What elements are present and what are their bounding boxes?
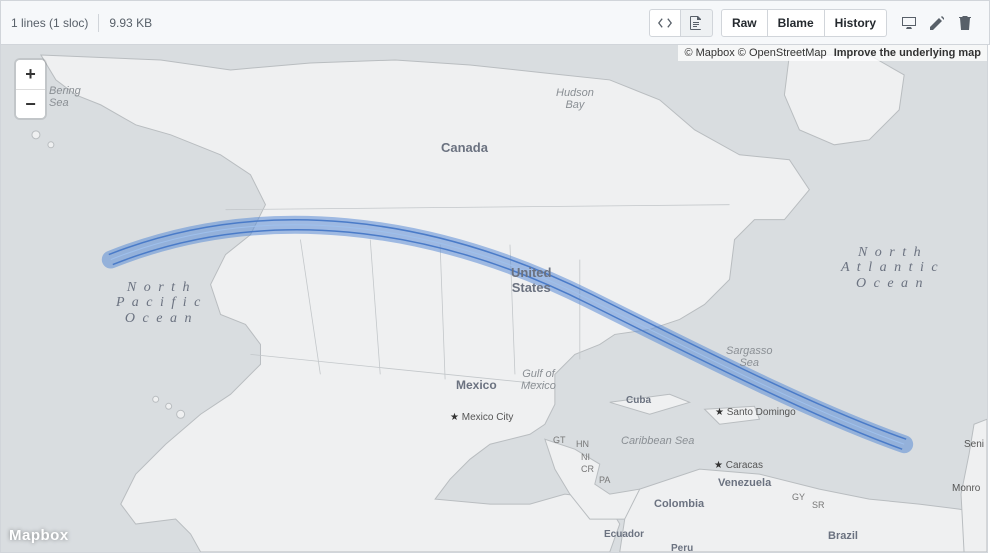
label-peru: Peru xyxy=(671,543,693,553)
label-gt: GT xyxy=(553,435,566,445)
label-seni: Seni xyxy=(964,439,984,450)
divider xyxy=(98,14,99,32)
blame-button[interactable]: Blame xyxy=(768,9,825,37)
zoom-out-button[interactable]: − xyxy=(16,89,45,118)
label-bering: Bering Sea xyxy=(49,85,81,109)
label-mexico-city: ★ Mexico City xyxy=(450,412,513,423)
file-icon xyxy=(689,15,703,31)
history-button[interactable]: History xyxy=(825,9,887,37)
map-container[interactable]: N o r t h P a c i f i c O c e a n N o r … xyxy=(0,45,988,553)
label-cr: CR xyxy=(581,464,594,474)
label-caracas: ★ Caracas xyxy=(714,460,763,471)
desktop-button[interactable] xyxy=(895,9,923,37)
label-ecuador: Ecuador xyxy=(604,529,644,540)
attrib-mapbox[interactable]: © Mapbox xyxy=(684,47,734,59)
edit-button[interactable] xyxy=(923,9,951,37)
trash-icon xyxy=(959,15,971,31)
label-ni: NI xyxy=(581,452,590,462)
file-toolbar: 1 lines (1 sloc) 9.93 KB Raw Blame Histo… xyxy=(0,0,990,45)
label-santo-domingo: ★ Santo Domingo xyxy=(715,407,796,418)
label-north-pacific: N o r t h P a c i f i c O c e a n xyxy=(116,280,202,326)
action-group: Raw Blame History xyxy=(721,9,887,37)
label-north-atlantic: N o r t h A t l a n t i c O c e a n xyxy=(841,245,940,291)
zoom-in-button[interactable]: + xyxy=(16,60,45,89)
desktop-icon xyxy=(901,15,917,31)
map-attribution: © Mapbox © OpenStreetMap Improve the und… xyxy=(678,45,987,61)
label-monro: Monro xyxy=(952,483,980,494)
label-mexico: Mexico xyxy=(456,378,497,392)
label-colombia: Colombia xyxy=(654,498,704,510)
raw-button[interactable]: Raw xyxy=(721,9,768,37)
label-gy: GY xyxy=(792,492,805,502)
label-hudson-bay: Hudson Bay xyxy=(556,87,594,111)
rendered-view-button[interactable] xyxy=(681,9,713,37)
attrib-osm[interactable]: © OpenStreetMap xyxy=(738,47,827,59)
source-view-button[interactable] xyxy=(649,9,681,37)
label-sr: SR xyxy=(812,500,825,510)
mapbox-logo: Mapbox xyxy=(9,527,69,544)
label-caribbean: Caribbean Sea xyxy=(621,435,694,447)
line-count: 1 lines (1 sloc) xyxy=(11,16,88,30)
zoom-control: + − xyxy=(16,60,45,118)
file-info: 1 lines (1 sloc) 9.93 KB xyxy=(11,14,152,32)
label-sargasso: Sargasso Sea xyxy=(726,345,772,369)
label-cuba: Cuba xyxy=(626,395,651,406)
file-size: 9.93 KB xyxy=(109,16,152,30)
view-mode-group xyxy=(649,9,713,37)
label-gulf-mexico: Gulf of Mexico xyxy=(521,368,556,392)
label-pa: PA xyxy=(599,475,610,485)
label-canada: Canada xyxy=(441,140,488,155)
label-venezuela: Venezuela xyxy=(718,477,771,489)
delete-button[interactable] xyxy=(951,9,979,37)
label-hn: HN xyxy=(576,439,589,449)
label-united-states: United States xyxy=(511,265,551,295)
improve-map-link[interactable]: Improve the underlying map xyxy=(834,47,981,59)
label-brazil: Brazil xyxy=(828,530,858,542)
pencil-icon xyxy=(930,15,944,31)
code-icon xyxy=(657,15,673,31)
